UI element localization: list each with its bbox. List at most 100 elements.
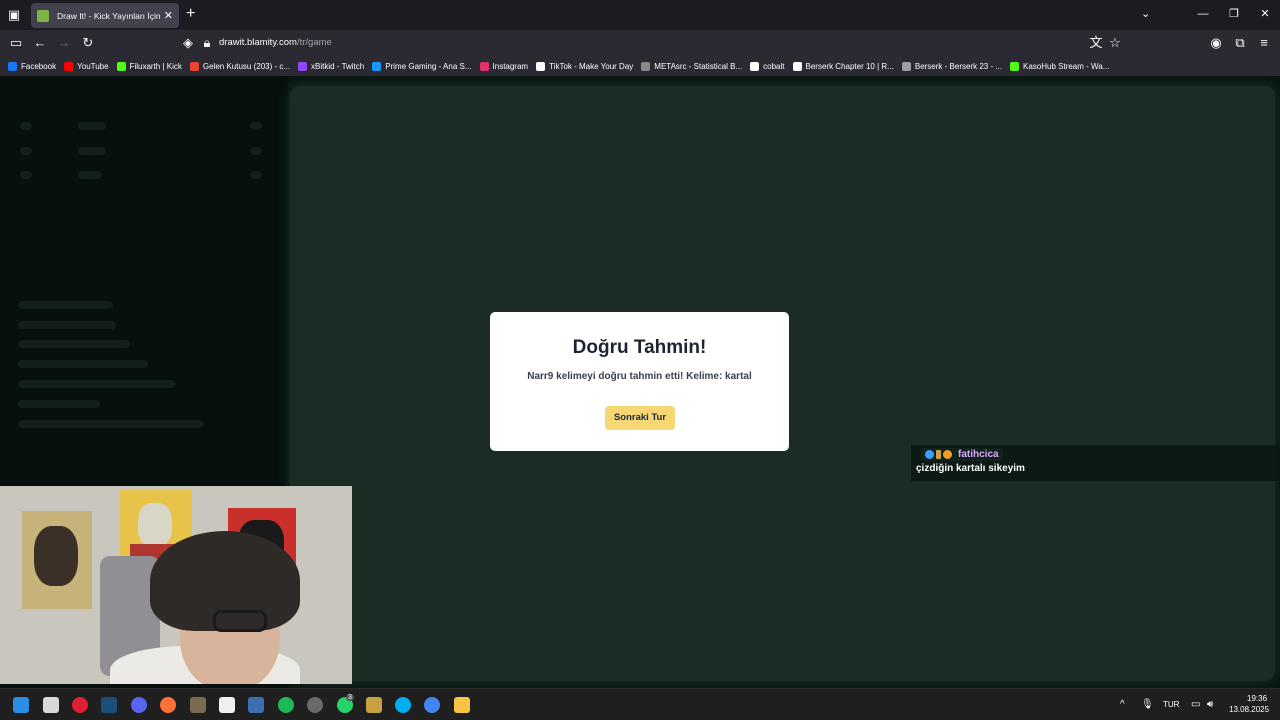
bookmark-favicon-icon bbox=[641, 61, 651, 71]
steam-icon[interactable] bbox=[101, 697, 117, 713]
bookmark-label: TikTok - Make Your Day bbox=[549, 61, 634, 71]
firefox-icon[interactable] bbox=[160, 697, 176, 713]
bookmark-label: Facebook bbox=[21, 61, 57, 71]
bookmark-star-icon[interactable]: ☆ bbox=[1106, 34, 1124, 52]
bookmark-item[interactable]: TikTok - Make Your Day bbox=[536, 61, 634, 71]
bookmark-item[interactable]: Berserk - Berserk 23 - ... bbox=[901, 61, 1002, 71]
chat-overlay-message: fatihcica çizdiğin kartalı sikeyim bbox=[911, 445, 1280, 481]
app-icon[interactable] bbox=[307, 697, 323, 713]
chevron-down-icon[interactable]: ⌄ bbox=[1141, 7, 1150, 20]
url-path: /tr/game bbox=[296, 37, 332, 48]
bookmark-label: Gelen Kutusu (203) - c... bbox=[202, 61, 291, 71]
bookmark-item[interactable]: Berserk Chapter 10 | R... bbox=[792, 61, 894, 71]
bookmark-favicon-icon bbox=[116, 61, 126, 71]
network-icon[interactable]: ▭ bbox=[1191, 699, 1200, 710]
dialog-title: Doğru Tahmin! bbox=[572, 337, 707, 358]
clock-date[interactable]: 13.08.2025 bbox=[1229, 705, 1269, 714]
translate-icon[interactable]: 文 bbox=[1087, 34, 1105, 52]
poster-image bbox=[22, 511, 92, 609]
clock-time[interactable]: 19:36 bbox=[1247, 694, 1267, 703]
bookmark-item[interactable]: KasoHub Stream - Wa... bbox=[1010, 61, 1110, 71]
bookmark-favicon-icon bbox=[298, 61, 308, 71]
tab-close-icon[interactable]: ✕ bbox=[164, 9, 173, 22]
skype-icon[interactable] bbox=[395, 697, 411, 713]
restore-icon[interactable]: ❐ bbox=[1224, 5, 1244, 23]
language-indicator[interactable]: TUR bbox=[1163, 700, 1179, 709]
webcam-overlay bbox=[0, 486, 352, 684]
app-icon[interactable] bbox=[190, 697, 206, 713]
bookmark-favicon-icon bbox=[1010, 61, 1019, 71]
tab-list-icon[interactable]: ▣ bbox=[6, 7, 22, 23]
volume-icon[interactable]: 🔊︎ bbox=[1207, 699, 1213, 710]
tab-favicon-icon bbox=[37, 9, 49, 22]
next-round-button[interactable]: Sonraki Tur bbox=[605, 406, 675, 430]
bookmark-item[interactable]: Prime Gaming - Ana S... bbox=[372, 61, 472, 71]
app-64-icon[interactable] bbox=[248, 697, 264, 713]
whatsapp-badge: 3 bbox=[346, 694, 354, 701]
bookmark-label: Instagram bbox=[492, 61, 529, 71]
bookmark-item[interactable]: Instagram bbox=[479, 61, 529, 71]
microphone-icon[interactable]: 🎙︎ bbox=[1141, 699, 1154, 710]
bookmark-label: Berserk Chapter 10 | R... bbox=[805, 61, 894, 71]
app-icon[interactable] bbox=[219, 697, 235, 713]
bookmark-favicon-icon bbox=[372, 61, 382, 71]
bookmark-label: Berserk - Berserk 23 - ... bbox=[914, 61, 1002, 71]
close-window-icon[interactable]: ✕ bbox=[1255, 5, 1275, 23]
minimize-icon[interactable]: — bbox=[1193, 5, 1213, 23]
discord-icon[interactable] bbox=[131, 697, 147, 713]
bookmark-item[interactable]: METAsrc - Statistical B... bbox=[641, 61, 743, 71]
bookmark-item[interactable]: Gelen Kutusu (203) - c... bbox=[189, 61, 291, 71]
url-bar[interactable]: drawit.blamity.com/tr/game bbox=[219, 37, 332, 48]
correct-guess-dialog: Doğru Tahmin! Narr9 kelimeyi doğru tahmi… bbox=[490, 312, 789, 451]
tab-active[interactable]: Draw It! - Kick Yayınları İçin ✕ bbox=[31, 3, 179, 28]
lock-icon[interactable]: 🔒︎ bbox=[198, 34, 216, 52]
tab-title: Draw It! - Kick Yayınları İçin bbox=[57, 10, 160, 21]
navigation-bar: ▭ ← → ↻ ◈ 🔒︎ drawit.blamity.com/tr/game … bbox=[0, 30, 1280, 56]
spotify-icon[interactable] bbox=[278, 697, 294, 713]
bookmark-label: METAsrc - Statistical B... bbox=[654, 61, 743, 71]
bookmark-label: KasoHub Stream - Wa... bbox=[1023, 61, 1110, 71]
task-view-icon[interactable] bbox=[43, 697, 59, 713]
bookmark-favicon-icon bbox=[8, 61, 17, 71]
url-host: drawit.blamity.com bbox=[219, 37, 297, 48]
file-explorer-icon[interactable] bbox=[454, 697, 470, 713]
shield-icon[interactable]: ◈ bbox=[179, 34, 197, 52]
chat-text: çizdiğin kartalı sikeyim bbox=[916, 463, 1025, 474]
extensions-icon[interactable]: ⧉ bbox=[1231, 34, 1249, 52]
bookmark-label: Prime Gaming - Ana S... bbox=[385, 61, 472, 71]
badge-icon bbox=[936, 450, 941, 459]
chat-user-header: fatihcica bbox=[921, 448, 1003, 461]
chrome-icon[interactable] bbox=[424, 697, 440, 713]
badge-icon bbox=[943, 450, 952, 459]
dialog-message: Narr9 kelimeyi doğru tahmin etti! Kelime… bbox=[527, 371, 752, 382]
bookmark-item[interactable]: YouTube bbox=[64, 61, 109, 71]
badge-icon bbox=[925, 450, 934, 459]
reload-icon[interactable]: ↻ bbox=[79, 34, 97, 52]
bookmark-label: cobalt bbox=[763, 61, 785, 71]
opera-icon[interactable] bbox=[72, 697, 88, 713]
chat-username: fatihcica bbox=[958, 449, 999, 460]
bookmark-item[interactable]: cobalt bbox=[750, 61, 785, 71]
taskbar: 3 ^ 🎙︎ TUR ▭ 🔊︎ 19:36 13.08.2025 bbox=[0, 688, 1280, 720]
start-icon[interactable] bbox=[13, 697, 29, 713]
bookmark-favicon-icon bbox=[536, 61, 546, 71]
bookmark-label: Filuxarth | Kick bbox=[129, 61, 182, 71]
back-icon[interactable]: ← bbox=[31, 34, 49, 52]
bookmark-favicon-icon bbox=[189, 61, 199, 71]
menu-icon[interactable]: ≡ bbox=[1255, 34, 1273, 52]
app-icon[interactable] bbox=[366, 697, 382, 713]
bookmark-favicon-icon bbox=[901, 61, 911, 71]
tab-strip: ▣ Draw It! - Kick Yayınları İçin ✕ + ⌄ —… bbox=[0, 0, 1280, 30]
sidebar-icon[interactable]: ▭ bbox=[7, 34, 25, 52]
bookmark-item[interactable]: Facebook bbox=[8, 61, 57, 71]
account-icon[interactable]: ◉ bbox=[1207, 34, 1225, 52]
bookmarks-bar: Facebook YouTube Filuxarth | Kick Gelen Kut… bbox=[0, 56, 1280, 76]
forward-icon[interactable]: → bbox=[55, 34, 73, 52]
bookmark-item[interactable]: xBitkid - Twitch bbox=[298, 61, 364, 71]
new-tab-icon[interactable]: + bbox=[186, 5, 195, 23]
chevron-up-icon[interactable]: ^ bbox=[1120, 699, 1125, 710]
bookmark-favicon-icon bbox=[750, 61, 760, 71]
bookmark-item[interactable]: Filuxarth | Kick bbox=[116, 61, 182, 71]
bookmark-favicon-icon bbox=[64, 61, 74, 71]
bookmark-favicon-icon bbox=[479, 61, 489, 71]
